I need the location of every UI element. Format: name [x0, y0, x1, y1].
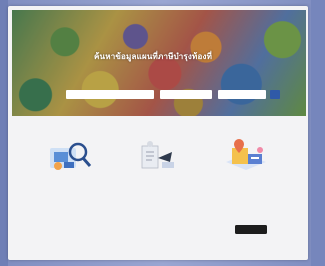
hero-map-banner: ค้นหาข้อมูลแผนที่ภาษีบำรุงท้องที่: [12, 10, 306, 116]
app-store-badge[interactable]: [235, 225, 267, 234]
bezel-left: [0, 0, 8, 266]
search-input-tertiary[interactable]: [218, 90, 266, 99]
search-input-primary[interactable]: [66, 90, 154, 99]
search-map-icon: [50, 142, 92, 170]
location-document-icon: [226, 139, 266, 170]
parcel-drawing-icon: [141, 141, 174, 169]
web-page: ค้นหาข้อมูลแผนที่ภาษีบำรุงท้องที่: [8, 6, 308, 260]
feature-card-search[interactable]: [44, 136, 94, 176]
search-input-secondary[interactable]: [160, 90, 212, 99]
feature-card-parcel[interactable]: [132, 136, 182, 176]
hero-title: ค้นหาข้อมูลแผนที่ภาษีบำรุงท้องที่: [94, 52, 213, 61]
bezel-right: [311, 0, 325, 266]
monitor-frame: ค้นหาข้อมูลแผนที่ภาษีบำรุงท้องที่: [0, 0, 325, 266]
feature-card-location[interactable]: [220, 136, 270, 176]
search-button[interactable]: [270, 90, 280, 99]
